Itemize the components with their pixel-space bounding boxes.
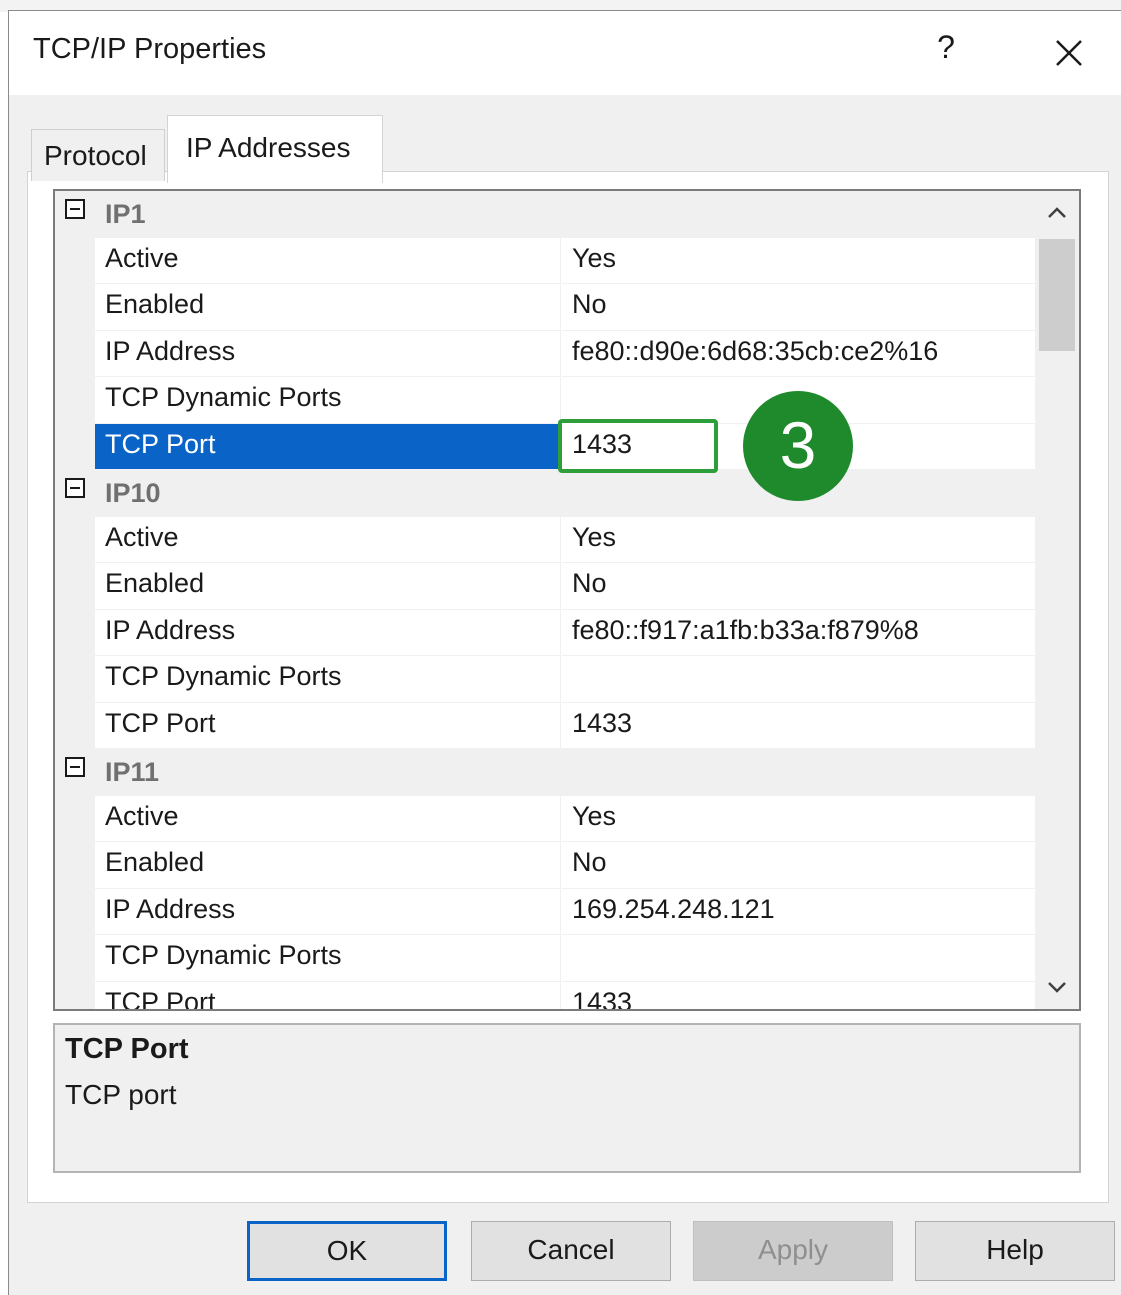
vertical-scrollbar[interactable] [1035,191,1079,1009]
row-margin [55,516,95,563]
property-value[interactable]: No [562,284,1035,331]
property-name[interactable]: TCP Port [95,981,561,1009]
property-row[interactable]: TCP Port 1433 [55,981,1035,1010]
category-row-ip11: IP11 [55,749,1035,796]
category-row-ip1: IP1 [55,191,1035,238]
step-badge: 3 [743,391,853,501]
property-value[interactable]: Yes [562,796,1035,842]
collapse-icon[interactable] [65,199,85,219]
description-title: TCP Port [65,1033,189,1065]
property-name[interactable]: IP Address [95,888,561,935]
property-row[interactable]: Enabled No [55,284,1035,331]
property-row[interactable]: IP Address fe80::f917:a1fb:b33a:f879%8 [55,609,1035,656]
property-name[interactable]: Active [95,237,561,284]
property-name[interactable]: IP Address [95,609,561,656]
property-value[interactable] [562,656,1035,703]
description-panel: TCP Port TCP port [53,1023,1081,1173]
property-row[interactable]: TCP Dynamic Ports [55,935,1035,982]
title-bar: TCP/IP Properties ? [9,11,1121,95]
property-row[interactable]: TCP Dynamic Ports [55,656,1035,703]
row-margin [55,237,95,284]
row-margin [55,981,95,1009]
property-rows: IP1 Active Yes Enabled No IP Address fe8… [55,191,1035,1010]
category-label: IP11 [105,757,160,787]
row-margin [55,563,95,610]
row-margin [55,656,95,703]
row-margin [55,330,95,377]
property-value[interactable]: fe80::f917:a1fb:b33a:f879%8 [562,610,1035,656]
property-name[interactable]: Enabled [95,563,561,610]
close-icon[interactable] [1049,33,1089,73]
property-value[interactable]: No [562,842,1035,889]
row-margin [55,377,95,424]
property-value[interactable]: 1433 [562,703,1035,749]
property-name[interactable]: Enabled [95,842,561,889]
chevron-down-icon[interactable] [1035,965,1079,1009]
property-row[interactable]: Active Yes [55,237,1035,284]
property-name[interactable]: IP Address [95,330,561,377]
row-margin [55,935,95,982]
collapse-icon[interactable] [65,478,85,498]
property-value[interactable]: Yes [562,238,1035,284]
property-name[interactable]: TCP Dynamic Ports [95,656,561,703]
row-margin [55,795,95,842]
property-name[interactable]: TCP Port [95,702,561,749]
scroll-thumb[interactable] [1039,239,1075,351]
tab-protocol[interactable]: Protocol [31,129,165,181]
tab-ip-addresses[interactable]: IP Addresses [167,115,383,183]
property-name[interactable]: TCP Port [95,423,561,470]
cancel-button[interactable]: Cancel [471,1221,671,1281]
property-name[interactable]: Enabled [95,284,561,331]
category-label: IP1 [105,199,146,229]
dialog-title: TCP/IP Properties [33,33,267,65]
property-row[interactable]: IP Address 169.254.248.121 [55,888,1035,935]
property-value[interactable]: 1433 [562,982,1035,1010]
property-row[interactable]: Enabled No [55,563,1035,610]
property-row[interactable]: TCP Dynamic Ports [55,377,1035,424]
help-button[interactable]: Help [915,1221,1115,1281]
property-grid[interactable]: IP1 Active Yes Enabled No IP Address fe8… [53,189,1081,1011]
property-row[interactable]: Enabled No [55,842,1035,889]
chevron-up-icon[interactable] [1035,191,1079,235]
property-name[interactable]: TCP Dynamic Ports [95,377,561,424]
row-margin [55,842,95,889]
row-margin [55,609,95,656]
property-row[interactable]: TCP Port 1433 [55,702,1035,749]
property-name[interactable]: Active [95,516,561,563]
property-value[interactable]: fe80::d90e:6d68:35cb:ce2%16 [562,331,1035,377]
property-value[interactable] [562,935,1035,982]
property-row[interactable]: Active Yes [55,516,1035,563]
property-row-selected[interactable]: TCP Port [55,423,1035,470]
property-row[interactable]: Active Yes [55,795,1035,842]
help-question-icon[interactable]: ? [931,29,961,69]
tcp-port-value-input[interactable]: 1433 [558,419,718,473]
row-margin [55,423,95,470]
property-value[interactable]: No [562,563,1035,610]
property-name[interactable]: TCP Dynamic Ports [95,935,561,982]
tcp-ip-properties-dialog: TCP/IP Properties ? Protocol IP Addresse… [8,10,1121,1295]
apply-button[interactable]: Apply [693,1221,893,1281]
collapse-icon[interactable] [65,757,85,777]
category-row-ip10: IP10 [55,470,1035,517]
description-text: TCP port [65,1079,177,1110]
property-name[interactable]: Active [95,795,561,842]
ok-button[interactable]: OK [247,1221,447,1281]
property-value[interactable]: Yes [562,517,1035,563]
row-margin [55,284,95,331]
property-value[interactable]: 169.254.248.121 [562,889,1035,935]
row-margin [55,702,95,749]
property-row[interactable]: IP Address fe80::d90e:6d68:35cb:ce2%16 [55,330,1035,377]
row-margin [55,888,95,935]
category-label: IP10 [105,478,161,508]
